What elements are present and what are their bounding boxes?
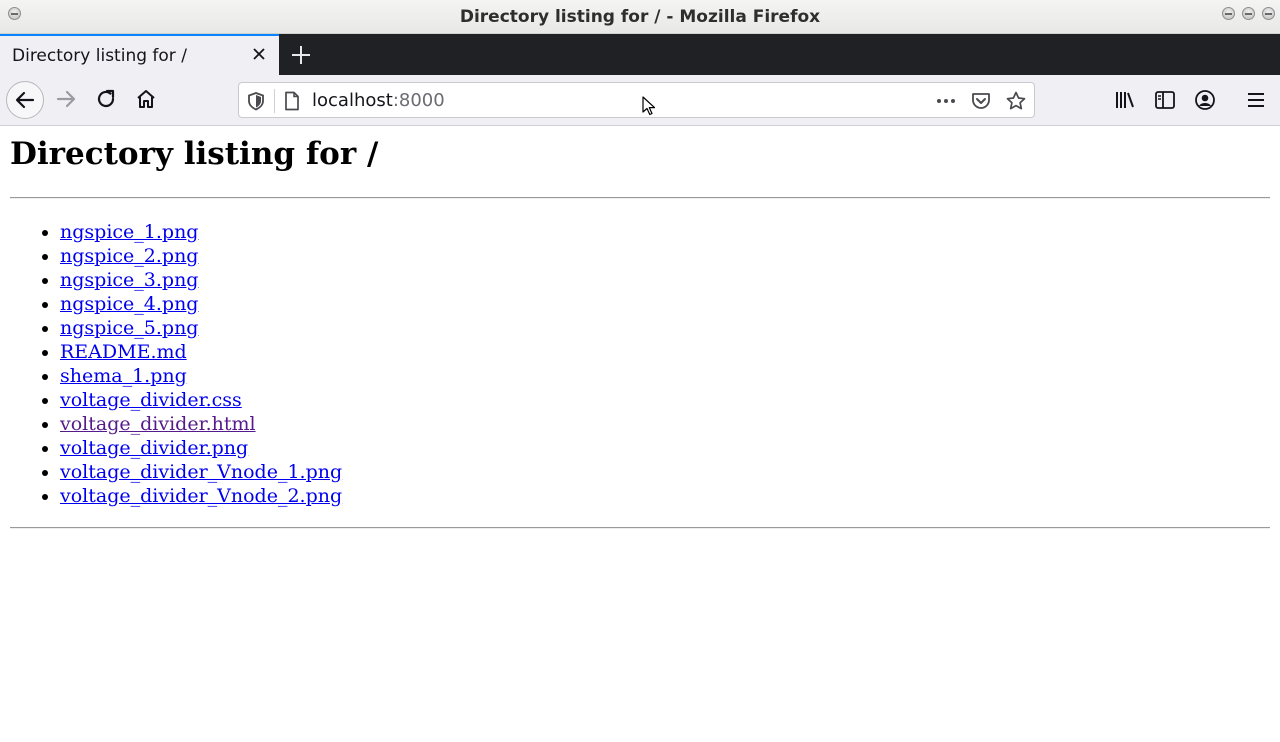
account-icon[interactable] <box>1193 88 1217 112</box>
file-link[interactable]: ngspice_5.png <box>60 317 198 339</box>
list-item: ngspice_2.png <box>60 244 342 268</box>
new-tab-button[interactable] <box>287 42 315 68</box>
list-item: ngspice_5.png <box>60 316 342 340</box>
url-separator <box>274 89 275 113</box>
url-host: localhost <box>312 90 393 111</box>
tab-directory-listing[interactable]: Directory listing for / <box>0 34 279 75</box>
file-link[interactable]: voltage_divider.css <box>60 389 242 411</box>
file-link[interactable]: ngspice_3.png <box>60 269 198 291</box>
url-text[interactable]: localhost:8000 <box>312 90 445 111</box>
home-button[interactable] <box>128 81 164 117</box>
window-maximize-button[interactable] <box>1242 7 1255 20</box>
tracking-protection-shield-icon[interactable] <box>245 90 267 112</box>
hamburger-menu-icon[interactable] <box>1244 88 1268 112</box>
url-bar[interactable]: localhost:8000 <box>238 82 1035 118</box>
mouse-cursor-icon <box>642 96 656 120</box>
close-icon[interactable] <box>249 44 269 64</box>
list-item: README.md <box>60 340 342 364</box>
page-heading: Directory listing for / <box>10 136 379 172</box>
bookmark-star-icon[interactable] <box>1005 90 1027 112</box>
plus-icon <box>287 46 315 72</box>
list-item: ngspice_4.png <box>60 292 342 316</box>
top-divider <box>10 197 1270 199</box>
window-title: Directory listing for / - Mozilla Firefo… <box>459 7 821 27</box>
file-link[interactable]: voltage_divider_Vnode_1.png <box>60 461 342 483</box>
list-item: voltage_divider.png <box>60 436 342 460</box>
list-item: ngspice_3.png <box>60 268 342 292</box>
forward-button[interactable] <box>48 81 84 117</box>
tab-strip: Directory listing for / <box>0 34 1280 75</box>
list-item: voltage_divider.html <box>60 412 342 436</box>
list-item: shema_1.png <box>60 364 342 388</box>
file-link[interactable]: ngspice_2.png <box>60 245 198 267</box>
bottom-divider <box>10 527 1270 529</box>
window-minimize-button[interactable] <box>1222 7 1235 20</box>
back-button[interactable] <box>6 81 44 119</box>
navigation-toolbar: localhost:8000 <box>0 75 1280 126</box>
library-icon[interactable] <box>1113 88 1137 112</box>
reload-button[interactable] <box>88 81 124 117</box>
file-link[interactable]: ngspice_4.png <box>60 293 198 315</box>
sidebar-icon[interactable] <box>1153 88 1177 112</box>
tab-label: Directory listing for / <box>12 46 187 66</box>
file-link[interactable]: voltage_divider_Vnode_2.png <box>60 485 342 507</box>
url-port: :8000 <box>392 90 445 111</box>
pocket-icon[interactable] <box>970 90 992 112</box>
page-icon[interactable] <box>281 90 303 112</box>
window-titlebar: Directory listing for / - Mozilla Firefo… <box>0 0 1280 34</box>
file-list: ngspice_1.png ngspice_2.png ngspice_3.pn… <box>0 220 342 508</box>
list-item: voltage_divider_Vnode_2.png <box>60 484 342 508</box>
list-item: voltage_divider.css <box>60 388 342 412</box>
page-content: Directory listing for / ngspice_1.png ng… <box>0 126 1280 742</box>
file-link[interactable]: voltage_divider.png <box>60 437 248 459</box>
file-link[interactable]: ngspice_1.png <box>60 221 198 243</box>
file-link[interactable]: shema_1.png <box>60 365 187 387</box>
file-link-visited[interactable]: voltage_divider.html <box>60 413 256 435</box>
list-item: voltage_divider_Vnode_1.png <box>60 460 342 484</box>
file-link[interactable]: README.md <box>60 341 187 363</box>
list-item: ngspice_1.png <box>60 220 342 244</box>
more-actions-icon[interactable] <box>935 90 957 112</box>
window-close-button-right[interactable] <box>1262 7 1275 20</box>
